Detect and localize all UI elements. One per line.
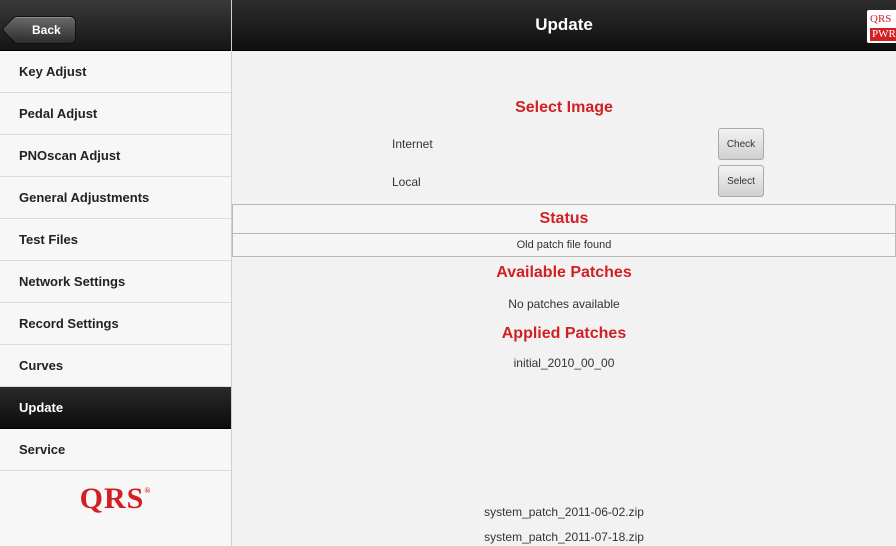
sidebar-item-pedal-adjust[interactable]: Pedal Adjust [0,93,231,135]
check-button[interactable]: Check [718,128,764,160]
status-text: Old patch file found [516,239,612,251]
main-panel: Update QRS PWR Select Image Internet Che… [232,0,896,546]
back-button[interactable]: Back [11,16,76,44]
internet-label: Internet [392,137,433,151]
qrs-logo-text: QRS [79,482,145,515]
sidebar-item-test-files[interactable]: Test Files [0,219,231,261]
sidebar-item-key-adjust[interactable]: Key Adjust [0,51,231,93]
status-panel: Status Old patch file found [232,204,896,257]
registered-mark: ® [144,486,152,495]
sidebar-item-pnoscan-adjust[interactable]: PNOscan Adjust [0,135,231,177]
sidebar-menu: Key Adjust Pedal Adjust PNOscan Adjust G… [0,51,231,471]
applied-patch-item: initial_2010_00_00 [513,356,615,370]
sidebar-item-network-settings[interactable]: Network Settings [0,261,231,303]
qrs-pwr-logo-top: QRS [870,13,892,25]
select-button[interactable]: Select [718,165,764,197]
applied-patches-heading: Applied Patches [501,325,627,342]
top-bar: Update QRS PWR [232,0,896,51]
sidebar-item-service[interactable]: Service [0,429,231,471]
select-image-heading: Select Image [515,99,613,116]
qrs-logo: QRS® [0,482,231,516]
available-patches-text: No patches available [508,297,620,311]
patch-file-item[interactable]: system_patch_2011-06-02.zip [232,505,896,519]
sidebar: Back Key Adjust Pedal Adjust PNOscan Adj… [0,0,232,546]
qrs-pwr-logo: QRS PWR [867,10,896,43]
sidebar-item-record-settings[interactable]: Record Settings [0,303,231,345]
patch-file-item[interactable]: system_patch_2011-07-18.zip [232,530,896,544]
back-button-label: Back [32,23,61,37]
sidebar-item-update[interactable]: Update [0,387,231,429]
available-patches-heading: Available Patches [496,264,632,281]
status-heading: Status [233,205,895,234]
page-title: Update [535,15,593,34]
local-label: Local [392,175,421,189]
sidebar-item-curves[interactable]: Curves [0,345,231,387]
qrs-pwr-logo-bottom: PWR [870,28,896,41]
sidebar-item-general-adjustments[interactable]: General Adjustments [0,177,231,219]
sidebar-header: Back [0,0,231,51]
